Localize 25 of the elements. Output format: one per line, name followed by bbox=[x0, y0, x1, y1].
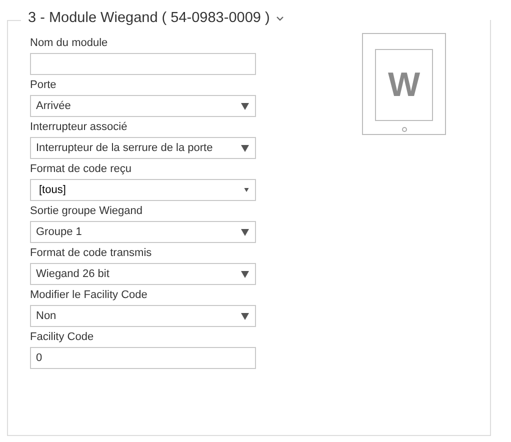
dropdown[interactable]: [tous] bbox=[30, 179, 256, 201]
field-label: Facility Code bbox=[30, 330, 95, 345]
dropdown[interactable]: Groupe 1 bbox=[30, 221, 256, 243]
dropdown[interactable]: Wiegand 26 bit bbox=[30, 263, 256, 285]
field-label: Interrupteur associé bbox=[30, 120, 128, 135]
dropdown-arrow-icon bbox=[241, 228, 249, 236]
dropdown[interactable]: Interrupteur de la serrure de la porte bbox=[30, 137, 256, 159]
text-field[interactable] bbox=[30, 53, 256, 75]
dropdown-arrow-icon bbox=[241, 270, 249, 278]
dropdown-arrow-icon bbox=[241, 144, 249, 152]
text-field[interactable]: 0 bbox=[30, 347, 256, 369]
field-label: Format de code transmis bbox=[30, 246, 153, 261]
section-title: 3 - Module Wiegand ( 54-0983-0009 ) bbox=[28, 9, 270, 28]
module-letter: W bbox=[388, 64, 420, 106]
chevron-icon[interactable] bbox=[276, 16, 284, 22]
field-label: Porte bbox=[30, 78, 58, 93]
field-label: Sortie groupe Wiegand bbox=[30, 204, 144, 219]
dropdown-arrow-icon bbox=[244, 188, 249, 192]
dropdown[interactable]: Non bbox=[30, 305, 256, 327]
field-label: Format de code reçu bbox=[30, 162, 132, 177]
field-label: Nom du module bbox=[30, 36, 109, 51]
dropdown-arrow-icon bbox=[241, 102, 249, 110]
dropdown[interactable]: Arrivée bbox=[30, 95, 256, 117]
field-label: Modifier le Facility Code bbox=[30, 288, 148, 303]
dropdown-arrow-icon bbox=[241, 312, 249, 320]
